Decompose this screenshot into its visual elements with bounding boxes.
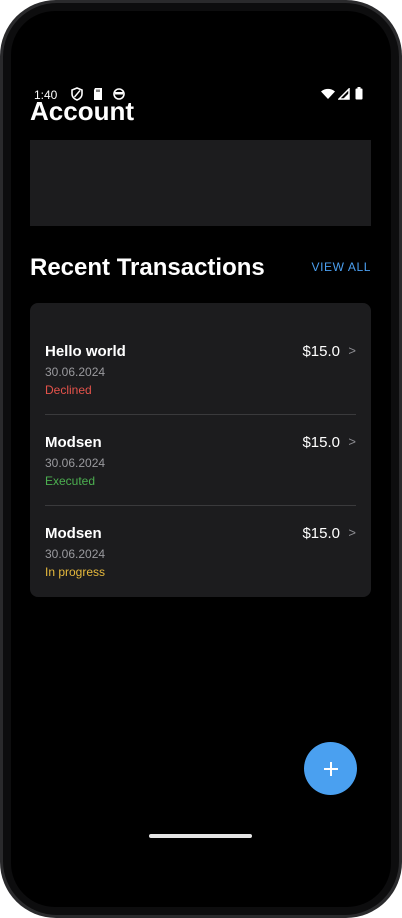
transaction-item[interactable]: Modsen 30.06.2024 In progress $15.0 > (45, 525, 356, 605)
transaction-item[interactable]: Hello world 30.06.2024 Declined $15.0 > (45, 343, 356, 423)
chevron-right-icon: > (348, 343, 356, 358)
transaction-date: 30.06.2024 (45, 365, 106, 379)
battery-icon (355, 87, 363, 103)
wifi-icon (321, 88, 335, 103)
divider (45, 414, 356, 415)
transaction-date: 30.06.2024 (45, 547, 106, 561)
view-all-link[interactable]: VIEW ALL (312, 260, 372, 274)
add-transaction-button[interactable] (304, 742, 357, 795)
chevron-right-icon: > (348, 525, 356, 540)
account-card (30, 140, 371, 226)
page-title: Account (30, 96, 134, 126)
chevron-right-icon: > (348, 434, 356, 449)
transaction-status: Declined (45, 383, 92, 397)
plus-icon (323, 761, 338, 776)
transaction-date: 30.06.2024 (45, 456, 106, 470)
signal-icon (337, 87, 350, 103)
transaction-amount: $15.0 (302, 434, 340, 451)
transactions-card: Hello world 30.06.2024 Declined $15.0 > … (30, 303, 371, 597)
home-indicator[interactable] (149, 834, 252, 838)
status-right-icons (321, 87, 367, 101)
transaction-name: Modsen (45, 434, 102, 451)
transaction-status: Executed (45, 474, 96, 488)
transaction-status: In progress (45, 565, 106, 579)
transaction-item[interactable]: Modsen 30.06.2024 Executed $15.0 > (45, 434, 356, 514)
divider (45, 505, 356, 506)
transaction-name: Modsen (45, 525, 102, 542)
transaction-amount: $15.0 (302, 343, 340, 360)
transaction-amount: $15.0 (302, 525, 340, 542)
transaction-name: Hello world (45, 343, 126, 360)
section-title: Recent Transactions (30, 254, 265, 281)
